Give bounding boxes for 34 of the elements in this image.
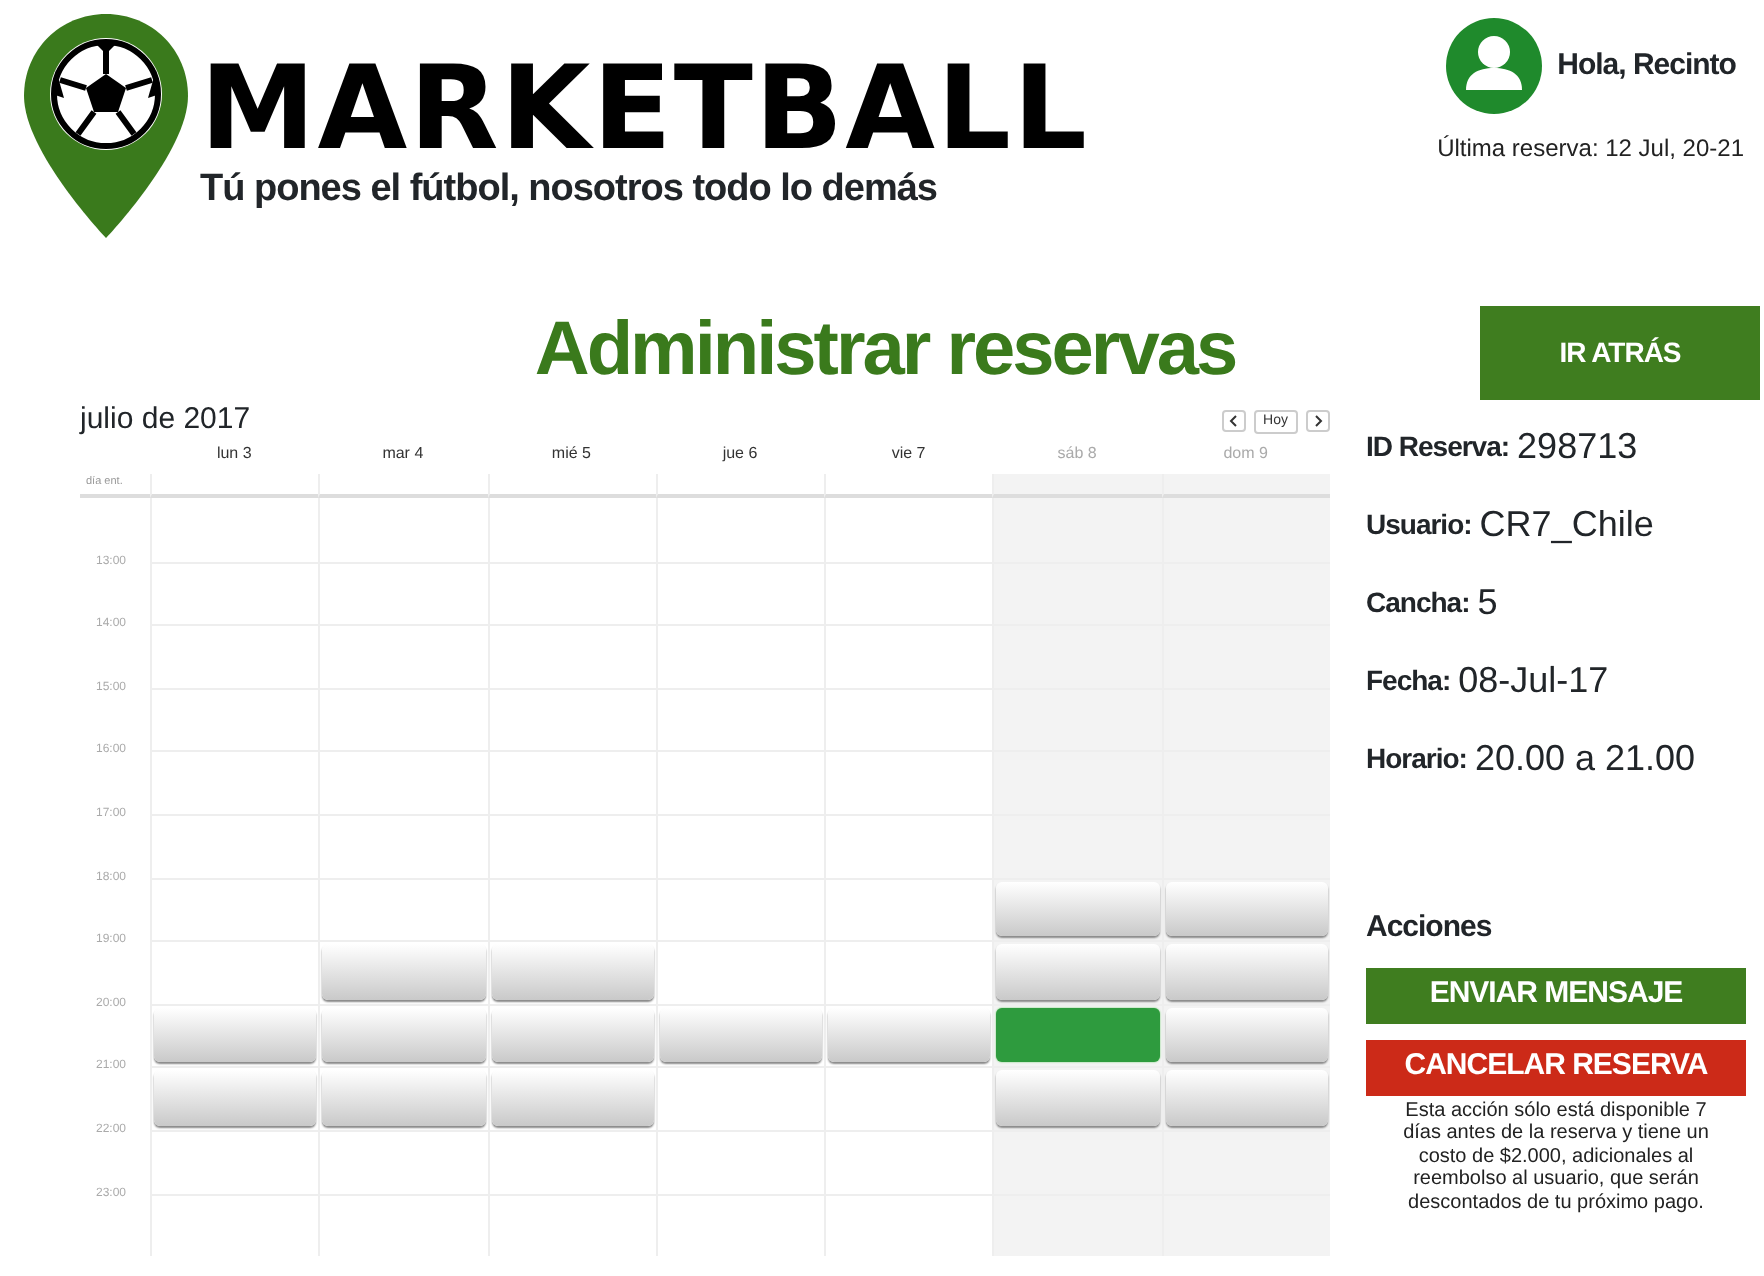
detail-value: 298713 [1517, 424, 1638, 470]
send-message-button[interactable]: ENVIAR MENSAJE [1366, 967, 1746, 1023]
logo-pin-icon [20, 10, 192, 242]
day-header: mié 5 [549, 442, 593, 466]
day-header: lun 3 [214, 442, 254, 466]
month-title: julio de 2017 [80, 404, 251, 434]
back-button[interactable]: IR ATRÁS [1480, 306, 1760, 400]
user-greeting: Hola, Recinto [1557, 45, 1736, 86]
day-header: dom 9 [1221, 442, 1270, 466]
detail-label: Usuario: [1366, 506, 1472, 544]
day-header: vie 7 [889, 442, 928, 466]
detail-label: Horario: [1366, 740, 1467, 778]
detail-value: 08-Jul-17 [1458, 658, 1609, 704]
brand-name: MARKETBALL [200, 50, 1089, 166]
cancel-booking-button[interactable]: CANCELAR RESERVA [1366, 1039, 1746, 1095]
day-header: jue 6 [720, 442, 760, 466]
detail-label: ID Reserva: [1366, 428, 1510, 466]
next-button[interactable] [1306, 410, 1330, 433]
tagline: Tú pones el fútbol, nosotros todo lo demás [200, 170, 939, 208]
detail-value: CR7_Chile [1479, 502, 1654, 548]
last-booking-text: Última reserva: 12 Jul, 20-21 [1437, 132, 1744, 166]
page-title: Administrar reservas [534, 308, 1236, 392]
detail-label: Fecha: [1366, 662, 1451, 700]
chevron-right-icon [1312, 414, 1324, 429]
day-header: sáb 8 [1055, 442, 1099, 466]
previous-button[interactable] [1221, 410, 1246, 433]
detail-value: 5 [1477, 580, 1498, 626]
day-header: mar 4 [380, 442, 426, 466]
chevron-left-icon [1227, 414, 1240, 429]
actions-heading: Acciones [1366, 908, 1494, 948]
detail-label: Cancha: [1366, 584, 1470, 622]
cancel-note: Esta acción sólo está disponible 7 días antes de la reserva y tiene un costo de $2.000, adicionales al reembolso al usuario, que serán descontados de tu próximo pago. [1401, 1099, 1711, 1214]
detail-value: 20.00 a 21.00 [1474, 736, 1696, 782]
user-avatar-icon [1445, 18, 1542, 114]
